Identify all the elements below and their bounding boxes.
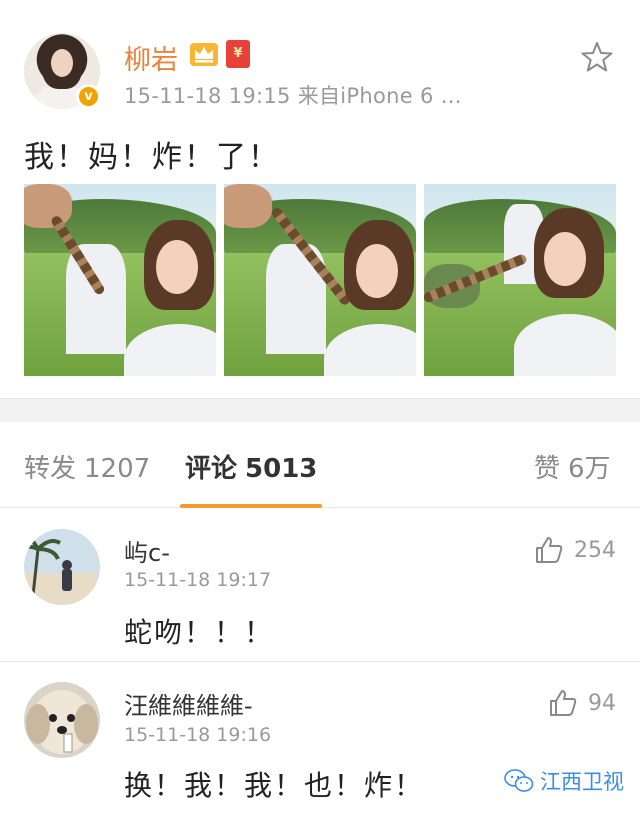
post-meta: 15-11-18 19:15 来自iPhone 6 … <box>124 84 462 108</box>
post-photo-3[interactable] <box>424 184 616 376</box>
tab-reposts-count: 1207 <box>84 454 151 484</box>
comment-like-button[interactable]: 94 <box>548 688 616 718</box>
tab-comments-label: 评论 <box>185 454 238 484</box>
red-packet-icon[interactable]: ¥ <box>226 40 250 68</box>
comment-time: 15-11-18 19:16 <box>124 724 272 746</box>
comment-like-count: 94 <box>588 690 616 716</box>
section-separator <box>0 398 640 422</box>
tab-likes-count: 6万 <box>568 454 611 484</box>
interaction-tabs: 转发 1207 评论 5013 赞 6万 <box>0 422 640 508</box>
verified-icon: v <box>76 84 101 109</box>
tab-comments-count: 5013 <box>245 454 318 484</box>
watermark-text: 江西卫视 <box>540 770 624 794</box>
comment-time: 15-11-18 19:17 <box>124 569 272 591</box>
comment-item: 屿c- 15-11-18 19:17 蛇吻！！！ 254 <box>0 509 640 661</box>
commenter-avatar[interactable] <box>24 529 100 605</box>
comment-text: 蛇吻！！！ <box>124 616 275 649</box>
star-icon[interactable] <box>580 40 614 74</box>
comment-like-count: 254 <box>574 537 616 563</box>
tab-reposts-label: 转发 <box>24 454 77 484</box>
tab-comments[interactable]: 评论 5013 <box>185 448 317 485</box>
channel-watermark: 江西卫视 <box>504 766 624 796</box>
thumbs-up-icon <box>550 690 577 716</box>
comment-like-button[interactable]: 254 <box>534 535 616 565</box>
thumbs-up-icon <box>536 537 563 563</box>
commenter-name[interactable]: 屿c- <box>124 533 170 568</box>
active-tab-indicator <box>180 504 322 508</box>
post-photo-2[interactable] <box>224 184 416 376</box>
commenter-name[interactable]: 汪維維維維- <box>124 686 253 721</box>
wechat-icon <box>504 769 534 792</box>
tab-likes-label: 赞 <box>534 454 561 484</box>
tab-likes[interactable]: 赞 6万 <box>534 448 611 485</box>
photo-grid <box>24 184 616 376</box>
commenter-avatar[interactable] <box>24 682 100 758</box>
post-photo-1[interactable] <box>24 184 216 376</box>
post-text: 我！妈！炸！了！ <box>24 140 280 175</box>
crown-icon[interactable] <box>189 40 219 68</box>
comment-text: 换！我！我！也！炸！ <box>124 769 425 802</box>
author-name[interactable]: 柳岩 <box>124 38 178 77</box>
weibo-post: v 柳岩 ¥ 15-11-18 19:15 来自iPhone 6 … 我！妈！炸… <box>0 0 640 398</box>
tab-reposts[interactable]: 转发 1207 <box>24 448 150 485</box>
